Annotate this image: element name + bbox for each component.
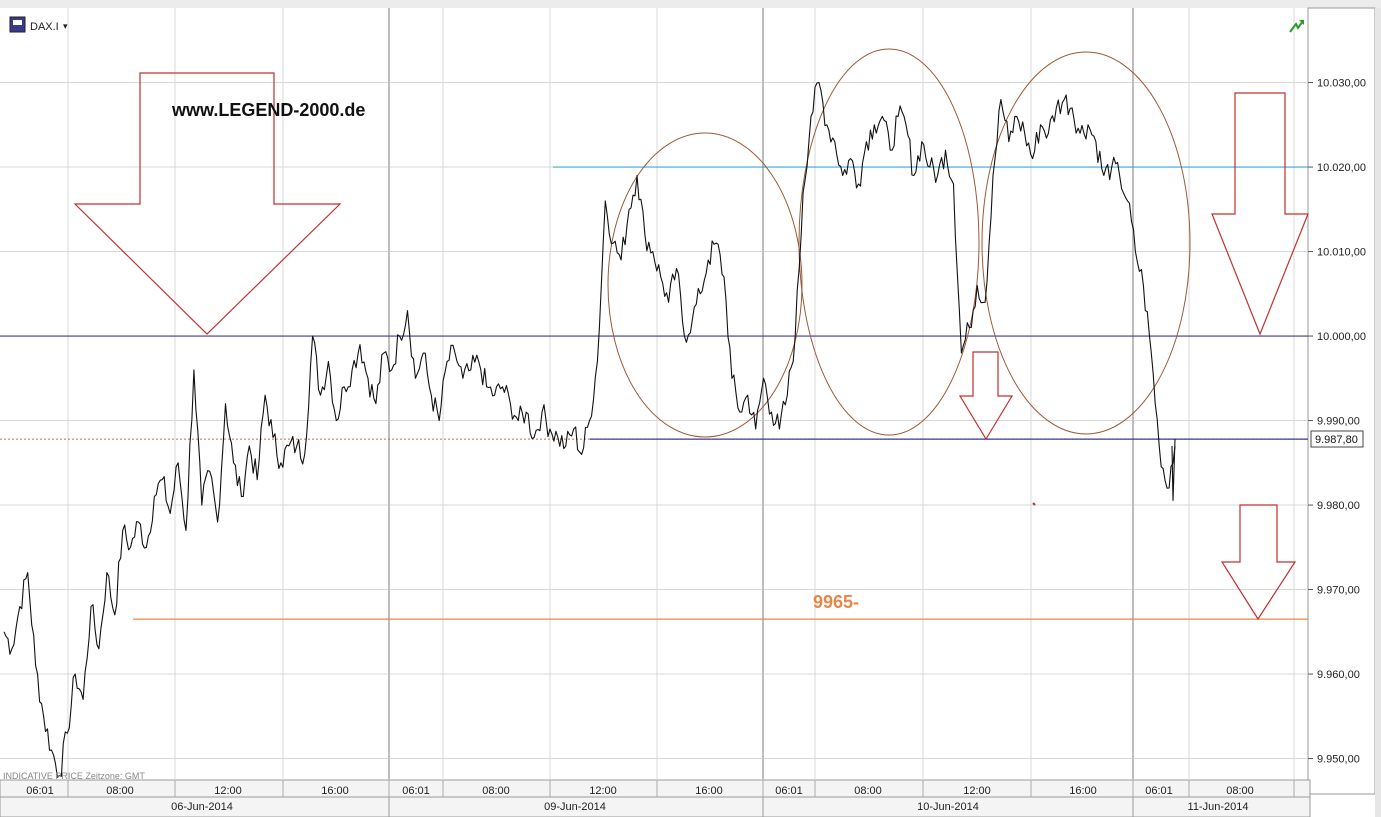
- symbol-label: DAX.I: [30, 21, 59, 33]
- y-tick-label: 9.980,00: [1317, 500, 1360, 512]
- y-tick-label: 9.990,00: [1317, 416, 1360, 428]
- price-chart[interactable]: 10.030,00 10.020,00 10.010,00 10.000,00 9.99…: [0, 0, 1381, 817]
- y-tick-label: 10.000,00: [1317, 331, 1366, 343]
- x-tick-label: 06:01: [1145, 785, 1173, 797]
- y-tick-label: 9.960,00: [1317, 669, 1360, 681]
- top-toolbar-strip: [0, 0, 1381, 8]
- y-tick-label: 9.970,00: [1317, 585, 1360, 597]
- date-label: 09-Jun-2014: [544, 801, 606, 813]
- y-tick-label: 9.950,00: [1317, 754, 1360, 766]
- date-label: 06-Jun-2014: [171, 801, 233, 813]
- last-price-tag: 9.987,80: [1311, 431, 1363, 447]
- x-tick-label: 12:00: [963, 785, 991, 797]
- date-label: 10-Jun-2014: [917, 801, 979, 813]
- x-tick-label: 06:01: [402, 785, 430, 797]
- footer-note: INDICATIVE PRICE Zeitzone: GMT: [3, 771, 145, 781]
- x-tick-label: 12:00: [214, 785, 242, 797]
- x-tick-label: 16:00: [1069, 785, 1097, 797]
- watermark-text: www.LEGEND-2000.de: [171, 100, 365, 120]
- chevron-down-icon[interactable]: ▾: [63, 21, 68, 31]
- chart-window: 10.030,00 10.020,00 10.010,00 10.000,00 9.99…: [0, 0, 1381, 817]
- x-tick-label: 12:00: [589, 785, 617, 797]
- y-tick-label: 10.030,00: [1317, 78, 1366, 90]
- scrollbar[interactable]: [1375, 8, 1381, 817]
- x-tick-label: 16:00: [695, 785, 723, 797]
- y-tick-label: 10.020,00: [1317, 162, 1366, 174]
- x-tick-label: 08:00: [482, 785, 510, 797]
- chart-background: [0, 0, 1381, 817]
- red-tick-mark: [1033, 503, 1035, 505]
- cfd-icon-inner: [13, 20, 22, 25]
- annotation-9965: 9965-: [813, 592, 859, 612]
- x-tick-label: 06:01: [775, 785, 803, 797]
- date-label: 11-Jun-2014: [1188, 801, 1249, 813]
- x-tick-label: 08:00: [1226, 785, 1254, 797]
- x-tick-label: 08:00: [854, 785, 882, 797]
- x-tick-label: 08:00: [106, 785, 134, 797]
- price-tag-text: 9.987,80: [1315, 434, 1358, 446]
- x-tick-label: 06:01: [26, 785, 54, 797]
- y-tick-label: 10.010,00: [1317, 247, 1366, 259]
- x-tick-label: 16:00: [321, 785, 349, 797]
